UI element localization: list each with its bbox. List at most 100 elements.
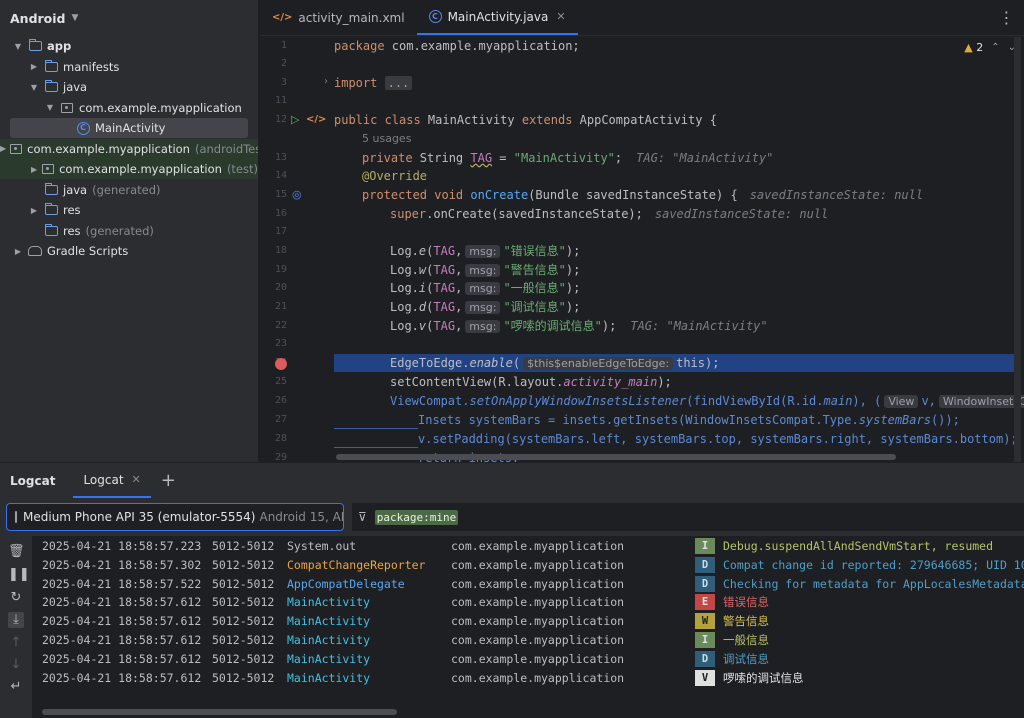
logcat-filter-input[interactable]: ⊽ package:mine: [352, 503, 1024, 531]
log-tag: AppCompatDelegate: [287, 576, 405, 591]
log-message: Debug.suspendAllAndSendVmStart, resumed: [723, 539, 994, 553]
code-line-27[interactable]: Insets systemBars = insets.getInsets(Win…: [418, 411, 960, 429]
run-gutter-icon[interactable]: ▷: [291, 113, 299, 126]
editor-horizontal-scrollbar[interactable]: [336, 454, 896, 460]
code-line-log-d[interactable]: Log.d(TAG, msg: "调试信息");: [390, 298, 580, 316]
code-editor[interactable]: ▲ 2 ⌃ ⌄ 12311121314151617181920212223242…: [260, 37, 1024, 462]
folded-imports[interactable]: ...: [384, 76, 413, 90]
code-token: Log.: [390, 318, 419, 333]
restart-icon[interactable]: ↻: [8, 590, 24, 606]
previous-highlight-icon[interactable]: ⌃: [991, 42, 999, 53]
tree-item[interactable]: res (generated): [0, 221, 258, 241]
tab-label: activity_main.xml: [298, 10, 405, 25]
code-line-log-e[interactable]: Log.e(TAG, msg: "错误信息");: [390, 242, 580, 260]
code-token: Log.: [390, 244, 419, 258]
log-row[interactable]: 2025-04-21 18:58:57.302 5012-5012 CompatCh…: [32, 556, 1024, 575]
tree-item[interactable]: ▶ manifests: [0, 57, 258, 77]
line-number: 20: [274, 282, 287, 293]
arrow-down-icon[interactable]: ↓: [8, 657, 24, 673]
logcat-tab[interactable]: Logcat ✕: [73, 463, 151, 498]
logcat-panel-title: Logcat: [10, 473, 56, 488]
tree-item[interactable]: ▶ com.example.myapplication (test): [0, 159, 258, 179]
log-timestamp: 2025-04-21 18:58:57.612: [42, 614, 202, 629]
code-token: extends: [521, 113, 573, 127]
code-line-3[interactable]: import ...: [334, 74, 413, 92]
add-tab-icon[interactable]: +: [151, 463, 186, 498]
chevron-down-icon[interactable]: ▼: [44, 103, 56, 112]
soft-wrap-icon[interactable]: ↵: [8, 679, 24, 695]
breakpoint-icon[interactable]: [275, 358, 287, 370]
code-line-16[interactable]: super.onCreate(savedInstanceState); saved…: [390, 205, 828, 223]
logcat-horizontal-scrollbar[interactable]: [42, 709, 397, 715]
line-number: 18: [274, 245, 287, 256]
log-row[interactable]: 2025-04-21 18:58:57.522 5012-5012 AppCompa…: [32, 575, 1024, 594]
tree-item[interactable]: C MainActivity: [10, 118, 248, 138]
code-line-log-i[interactable]: Log.i(TAG, msg: "一般信息");: [390, 279, 580, 297]
project-view-selector[interactable]: Android ▼: [0, 0, 258, 36]
code-line-log-v[interactable]: Log.v(TAG, msg: "啰嗦的调试信息"); TAG: "MainActiv…: [390, 317, 768, 335]
device-selector[interactable]: Medium Phone API 35 (emulator-5554) Andr…: [6, 503, 344, 531]
tree-item[interactable]: ▼ app: [0, 36, 258, 56]
folder-icon: [44, 182, 58, 196]
code-line-12[interactable]: public class MainActivity extends AppCom…: [334, 111, 717, 129]
chevron-right-icon[interactable]: ▶: [12, 247, 24, 256]
filter-query: package:mine: [374, 509, 459, 525]
tree-item[interactable]: java (generated): [0, 180, 258, 200]
code-token: ,: [455, 244, 463, 258]
chevron-down-icon[interactable]: ▼: [28, 83, 40, 92]
trash-icon[interactable]: 🗑: [8, 544, 25, 560]
log-timestamp: 2025-04-21 18:58:57.612: [42, 651, 202, 666]
chevron-down-icon[interactable]: ▼: [12, 42, 24, 51]
arrow-up-icon[interactable]: ↑: [8, 635, 24, 651]
chevron-right-icon[interactable]: ▶: [28, 62, 40, 71]
folder-icon: [44, 59, 58, 73]
code-token: public class: [334, 113, 421, 127]
log-row[interactable]: 2025-04-21 18:58:57.612 5012-5012 MainActi…: [32, 593, 1024, 612]
code-line-25[interactable]: setContentView(R.layout.activity_main);: [390, 373, 672, 391]
tree-item[interactable]: ▼ com.example.myapplication: [0, 98, 258, 118]
fold-expand-icon[interactable]: ›: [324, 76, 328, 87]
tree-item[interactable]: ▶ Gradle Scripts: [0, 241, 258, 261]
code-line-28[interactable]: v.setPadding(systemBars.left, systemBars…: [418, 430, 1018, 448]
code-token: setContentView(R.layout.: [390, 375, 564, 389]
tree-item[interactable]: ▶ res: [0, 200, 258, 220]
override-method-icon[interactable]: ◎: [292, 188, 302, 201]
filter-icon[interactable]: ⊽: [358, 510, 367, 524]
log-row[interactable]: 2025-04-21 18:58:57.612 5012-5012 MainActi…: [32, 650, 1024, 669]
more-tabs-menu-icon[interactable]: ⋮: [988, 0, 1024, 35]
inspection-widget[interactable]: ▲ 2 ⌃ ⌄: [964, 41, 1016, 54]
log-row[interactable]: 2025-04-21 18:58:57.612 5012-5012 MainActi…: [32, 631, 1024, 650]
scroll-to-end-icon[interactable]: ⤓: [8, 612, 24, 628]
log-tag: MainActivity: [287, 614, 371, 629]
tree-item[interactable]: ▼ java: [0, 77, 258, 97]
chevron-right-icon[interactable]: ▶: [30, 165, 38, 174]
code-gutter-icon[interactable]: </>: [306, 114, 326, 125]
code-line-log-w[interactable]: Log.w(TAG, msg: "警告信息");: [390, 261, 580, 279]
log-tag: CompatChangeReporter: [287, 557, 426, 572]
code-line-15[interactable]: protected void onCreate(Bundle savedInst…: [362, 186, 923, 204]
code-line-13[interactable]: private String TAG = "MainActivity"; TAG:…: [362, 149, 773, 167]
code-line-24[interactable]: EdgeToEdge.enable($this$enableEdgeToEdge…: [390, 354, 719, 372]
logcat-output[interactable]: 2025-04-21 18:58:57.223 5012-5012 System.o…: [32, 536, 1024, 718]
code-line-1[interactable]: package com.example.myapplication;: [334, 37, 580, 55]
editor-vertical-scrollbar[interactable]: [1014, 37, 1021, 462]
code-token: ), (: [852, 394, 882, 408]
code-line-26[interactable]: ViewCompat.setOnApplyWindowInsetsListene…: [390, 392, 1024, 410]
code-token: com.example.myapplication;: [384, 39, 580, 53]
usages-hint[interactable]: 5 usages: [362, 130, 411, 148]
chevron-right-icon[interactable]: ▶: [0, 144, 6, 153]
log-row[interactable]: 2025-04-21 18:58:57.223 5012-5012 System.o…: [32, 537, 1024, 556]
chevron-right-icon[interactable]: ▶: [28, 206, 40, 215]
pause-icon[interactable]: ❚❚: [8, 567, 30, 583]
code-line-14[interactable]: @Override: [362, 167, 427, 185]
close-icon[interactable]: ✕: [132, 473, 141, 486]
log-row[interactable]: 2025-04-21 18:58:57.612 5012-5012 MainActi…: [32, 669, 1024, 688]
tree-item-label: app: [47, 39, 72, 53]
tab-activity-main-xml[interactable]: </> activity_main.xml: [260, 0, 417, 35]
log-row[interactable]: 2025-04-21 18:58:57.612 5012-5012 MainActi…: [32, 612, 1024, 631]
tree-item[interactable]: ▶ com.example.myapplication (androidTest): [0, 138, 258, 159]
tab-main-activity-java[interactable]: C MainActivity.java ✕: [416, 0, 578, 35]
parameter-hint: msg:: [465, 263, 501, 277]
folder-icon: [44, 80, 58, 93]
close-tab-icon[interactable]: ✕: [556, 10, 565, 23]
